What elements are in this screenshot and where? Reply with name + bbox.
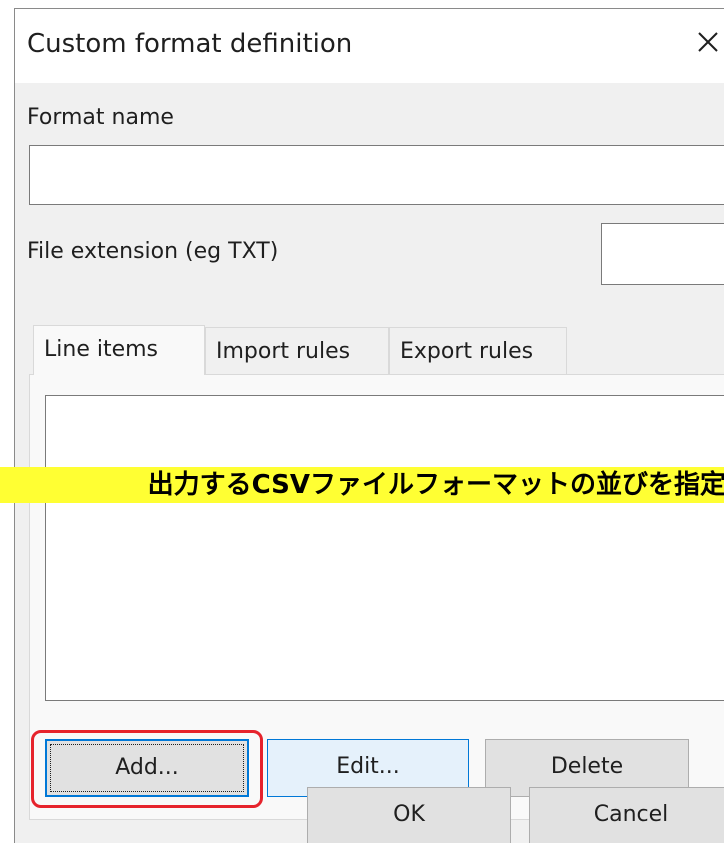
annotation-banner: 出力するCSVファイルフォーマットの並びを指定	[0, 467, 724, 503]
cancel-button[interactable]: Cancel	[529, 787, 724, 843]
add-button[interactable]: Add...	[45, 739, 249, 797]
tab-import-rules[interactable]: Import rules	[205, 327, 389, 375]
format-name-input[interactable]	[29, 145, 724, 205]
tab-import-rules-label: Import rules	[216, 339, 351, 364]
file-extension-input[interactable]	[601, 223, 724, 285]
tab-line-items[interactable]: Line items	[33, 325, 205, 375]
annotation-banner-text: 出力するCSVファイルフォーマットの並びを指定	[147, 470, 724, 500]
format-name-label: Format name	[27, 105, 174, 130]
screenshot-frame: Custom format definition Format name Fil…	[0, 0, 724, 843]
close-icon	[698, 32, 718, 52]
line-items-list[interactable]	[45, 395, 724, 701]
custom-format-dialog: Custom format definition Format name Fil…	[14, 8, 724, 843]
close-button[interactable]	[691, 25, 724, 59]
dialog-title: Custom format definition	[27, 29, 353, 59]
tab-export-rules[interactable]: Export rules	[389, 327, 567, 375]
tab-line-items-label: Line items	[44, 337, 159, 362]
file-extension-label: File extension (eg TXT)	[27, 239, 279, 264]
ok-button[interactable]: OK	[307, 787, 511, 843]
tab-export-rules-label: Export rules	[400, 339, 534, 364]
title-bar: Custom format definition	[15, 9, 724, 83]
